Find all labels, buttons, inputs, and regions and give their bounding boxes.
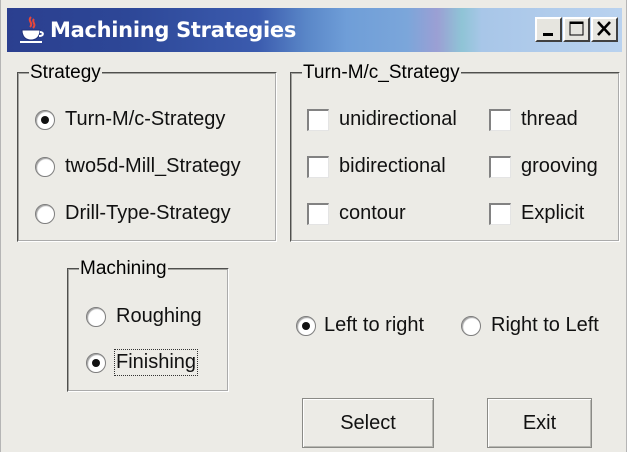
radio-label: Roughing: [116, 305, 202, 327]
maximize-button[interactable]: [563, 17, 590, 42]
radio-indicator[interactable]: [86, 352, 106, 373]
window-title: Machining Strategies: [50, 18, 297, 42]
minimize-button[interactable]: [535, 17, 562, 42]
radio-finishing[interactable]: Finishing: [86, 349, 199, 376]
checkbox-label: bidirectional: [339, 155, 446, 177]
radio-indicator[interactable]: [35, 203, 55, 224]
app-window: Machining Strategies Strategy Turn-M/c-S…: [0, 0, 627, 452]
checkbox-explicit[interactable]: Explicit: [489, 202, 584, 225]
checkbox-grooving[interactable]: grooving: [489, 155, 598, 178]
radio-indicator[interactable]: [35, 109, 55, 130]
radio-right-to-left[interactable]: Right to Left: [461, 314, 599, 337]
checkbox-label: unidirectional: [339, 108, 457, 130]
radio-indicator[interactable]: [86, 306, 106, 327]
minimize-icon: [543, 33, 553, 36]
exit-button[interactable]: Exit: [487, 398, 592, 448]
checkbox-label: grooving: [521, 155, 598, 177]
checkbox-box[interactable]: [307, 108, 329, 131]
checkbox-contour[interactable]: contour: [307, 202, 406, 225]
radio-indicator[interactable]: [35, 156, 55, 177]
radio-indicator[interactable]: [461, 315, 481, 336]
checkbox-box[interactable]: [489, 108, 511, 131]
radio-label: Turn-M/c-Strategy: [65, 108, 226, 130]
radio-drill-type-strategy[interactable]: Drill-Type-Strategy: [35, 202, 231, 225]
radio-two5d-mill-strategy[interactable]: two5d-Mill_Strategy: [35, 155, 241, 178]
select-button[interactable]: Select: [302, 398, 434, 448]
radio-left-to-right[interactable]: Left to right: [296, 314, 424, 337]
radio-label: Right to Left: [491, 314, 599, 336]
checkbox-box[interactable]: [489, 155, 511, 178]
checkbox-box[interactable]: [307, 155, 329, 178]
maximize-icon: [569, 21, 584, 36]
checkbox-label: thread: [521, 108, 578, 130]
checkbox-box[interactable]: [489, 202, 511, 225]
checkbox-label: Explicit: [521, 202, 585, 224]
strategy-legend: Strategy: [30, 62, 101, 83]
radio-label: two5d-Mill_Strategy: [65, 155, 241, 177]
checkbox-box[interactable]: [307, 202, 329, 225]
close-icon: [597, 21, 611, 36]
radio-label: Drill-Type-Strategy: [65, 202, 231, 224]
close-button[interactable]: [591, 17, 618, 42]
java-cup-icon: [20, 16, 44, 43]
radio-label: Left to right: [324, 314, 425, 336]
radio-turn-mc-strategy[interactable]: Turn-M/c-Strategy: [35, 108, 225, 131]
checkbox-bidirectional[interactable]: bidirectional: [307, 155, 446, 178]
turn-strategy-legend: Turn-M/c_Strategy: [303, 62, 460, 83]
checkbox-thread[interactable]: thread: [489, 108, 578, 131]
radio-roughing[interactable]: Roughing: [86, 305, 202, 328]
radio-label: Finishing: [113, 349, 199, 376]
checkbox-label: contour: [339, 202, 406, 224]
radio-indicator[interactable]: [296, 315, 316, 336]
title-bar[interactable]: Machining Strategies: [7, 8, 622, 52]
checkbox-unidirectional[interactable]: unidirectional: [307, 108, 457, 131]
machining-legend: Machining: [80, 258, 167, 279]
